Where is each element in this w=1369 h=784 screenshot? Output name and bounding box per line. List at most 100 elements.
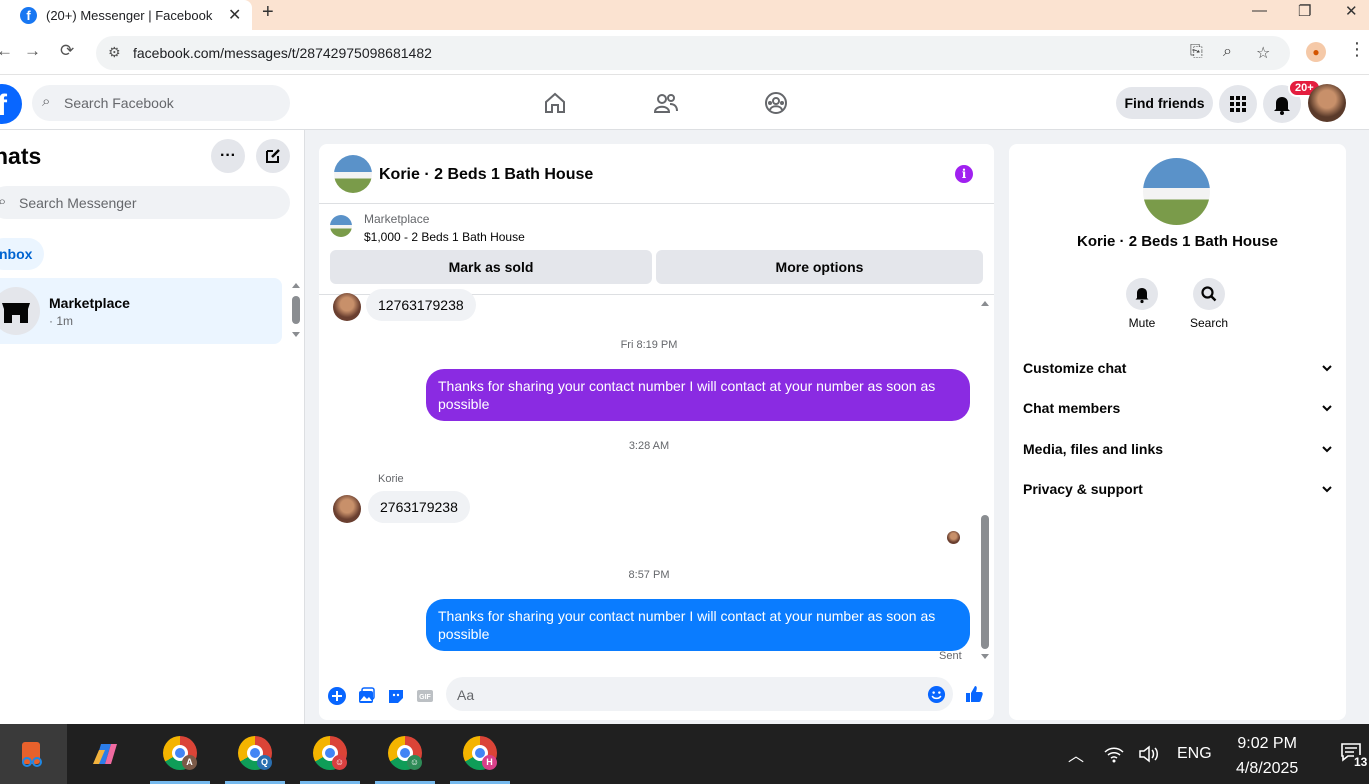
thumbs-up-icon[interactable] [964, 684, 984, 704]
message-thread: 12763179238 Fri 8:19 PM Thanks for shari… [319, 289, 994, 665]
marketplace-avatar [0, 287, 40, 335]
windows-taskbar: A Q ☺ ☺ H ︿ ENG 9:02 PM 4/8/2025 13 [0, 724, 1369, 784]
message-input-placeholder: Aa [457, 687, 475, 703]
details-title: Korie · 2 Beds 1 Bath House [1077, 233, 1278, 250]
omnibox[interactable]: ⚙ facebook.com/messages/t/28742975098681… [96, 36, 1290, 70]
forward-icon[interactable]: → [24, 41, 41, 61]
conversation-panel: Korie · 2 Beds 1 Bath House i Marketplac… [319, 144, 994, 720]
friends-icon[interactable] [653, 90, 679, 116]
customize-chat-section[interactable]: Customize chat [1023, 353, 1333, 383]
message-bubble-outgoing: Thanks for sharing your contact number I… [426, 599, 970, 651]
sender-name: Korie [378, 473, 404, 485]
conversation-header: Korie · 2 Beds 1 Bath House i [319, 144, 994, 204]
tray-overflow-icon[interactable]: ︿ [1068, 742, 1084, 766]
chat-members-section[interactable]: Chat members [1023, 393, 1333, 423]
inbox-tab[interactable]: nbox [0, 238, 44, 270]
restore-icon[interactable]: ❐ [1298, 2, 1311, 20]
facebook-search-placeholder: Search Facebook [64, 95, 174, 111]
conversation-title[interactable]: Korie · 2 Beds 1 Bath House [379, 166, 593, 184]
taskbar-app-copilot[interactable] [75, 724, 135, 784]
timestamp: Fri 8:19 PM [620, 339, 678, 351]
timestamp: 3:28 AM [628, 440, 670, 452]
sticker-icon[interactable] [386, 686, 406, 706]
facebook-favicon-icon: f [20, 7, 37, 24]
image-icon[interactable] [356, 686, 376, 706]
search-icon: ⌕ [0, 193, 7, 210]
sent-status: Sent [939, 650, 962, 662]
chevron-down-icon [1322, 486, 1332, 493]
gif-icon[interactable]: GIF [415, 686, 435, 706]
search-label: Search [1189, 316, 1229, 330]
info-icon[interactable]: i [955, 165, 973, 183]
notification-count: 13 [1354, 755, 1368, 769]
messenger-search[interactable]: ⌕ Search Messenger [0, 186, 290, 219]
taskbar-chrome-profile-a[interactable]: A [150, 724, 210, 784]
media-files-links-section[interactable]: Media, files and links [1023, 434, 1333, 464]
message-bubble-incoming: 2763179238 [368, 491, 470, 523]
compose-icon [266, 149, 280, 163]
window-close-icon[interactable]: ✕ [1345, 2, 1358, 20]
sender-avatar[interactable] [333, 293, 361, 321]
listing-title[interactable]: $1,000 - 2 Beds 1 Bath House [364, 230, 525, 244]
sender-avatar[interactable] [333, 495, 361, 523]
conversation-details-panel: Korie · 2 Beds 1 Bath House Mute Search … [1009, 144, 1346, 720]
volume-icon[interactable] [1137, 744, 1161, 764]
account-avatar[interactable] [1308, 84, 1346, 122]
chats-options-button[interactable]: ··· [211, 139, 245, 173]
tab-close-icon[interactable]: ✕ [228, 5, 241, 25]
message-bubble-outgoing: Thanks for sharing your contact number I… [426, 369, 970, 421]
taskbar-chrome-profile-4[interactable]: ☺ [375, 724, 435, 784]
copilot-icon [93, 744, 117, 764]
language-indicator[interactable]: ENG [1177, 745, 1212, 763]
facebook-search[interactable]: ⌕ Search Facebook [32, 85, 290, 121]
more-options-button[interactable]: More options [656, 250, 983, 284]
privacy-support-section[interactable]: Privacy & support [1023, 474, 1333, 504]
listing-avatar[interactable] [334, 155, 372, 193]
reload-icon[interactable]: ⟳ [60, 41, 74, 61]
new-message-button[interactable] [256, 139, 290, 173]
clock-time: 9:02 PM [1237, 735, 1297, 752]
chats-heading: hats [0, 143, 42, 169]
listing-thumbnail[interactable] [330, 215, 352, 237]
search-icon [1201, 286, 1217, 302]
message-input[interactable]: Aa [446, 677, 953, 711]
new-tab-icon[interactable]: + [262, 1, 274, 24]
system-clock[interactable]: 9:02 PM 4/8/2025 [1236, 731, 1298, 781]
plus-icon[interactable] [327, 686, 347, 706]
profile-letter: H [482, 755, 497, 770]
chat-list-item[interactable]: Marketplace · 1m [0, 278, 282, 344]
details-avatar[interactable] [1143, 158, 1210, 225]
menu-button[interactable] [1219, 85, 1257, 123]
mute-button[interactable]: Mute [1112, 278, 1172, 330]
taskbar-chrome-profile-h[interactable]: H [450, 724, 510, 784]
address-bar-row: ← → ⟳ ⚙ facebook.com/messages/t/28742975… [0, 30, 1369, 75]
url-text[interactable]: facebook.com/messages/t/2874297509868148… [133, 45, 432, 61]
taskbar-chrome-profile-3[interactable]: ☺ [300, 724, 360, 784]
browser-tab[interactable]: f (20+) Messenger | Facebook ✕ [0, 0, 252, 30]
mark-as-sold-button[interactable]: Mark as sold [330, 250, 652, 284]
taskbar-app-snipping[interactable] [0, 724, 67, 784]
site-settings-icon[interactable]: ⚙ [108, 44, 121, 61]
wifi-icon[interactable] [1103, 744, 1125, 764]
zoom-icon[interactable]: ⌕ [1223, 43, 1232, 61]
menu-grid-icon [1230, 96, 1246, 112]
chat-list-scrollbar[interactable] [290, 280, 302, 340]
messenger-search-placeholder: Search Messenger [19, 195, 137, 211]
section-label: Customize chat [1023, 360, 1127, 376]
facebook-logo-icon[interactable]: f [0, 84, 22, 124]
thread-scrollbar[interactable] [979, 297, 991, 663]
browser-profile-icon[interactable]: ● [1306, 42, 1326, 62]
emoji-icon[interactable] [927, 685, 946, 704]
taskbar-chrome-profile-q[interactable]: Q [225, 724, 285, 784]
bookmark-star-icon[interactable]: ☆ [1256, 43, 1270, 63]
back-icon[interactable]: ← [0, 41, 13, 61]
find-friends-button[interactable]: Find friends [1116, 87, 1213, 119]
browser-menu-icon[interactable]: ⋮ [1348, 39, 1366, 60]
minimize-icon[interactable]: — [1252, 2, 1267, 19]
search-icon: ⌕ [42, 93, 51, 110]
search-in-chat-button[interactable]: Search [1179, 278, 1239, 330]
listing-label: Marketplace [364, 212, 430, 226]
home-icon[interactable] [542, 90, 568, 116]
groups-icon[interactable] [763, 90, 789, 116]
install-icon[interactable]: ⎘ [1190, 43, 1203, 61]
